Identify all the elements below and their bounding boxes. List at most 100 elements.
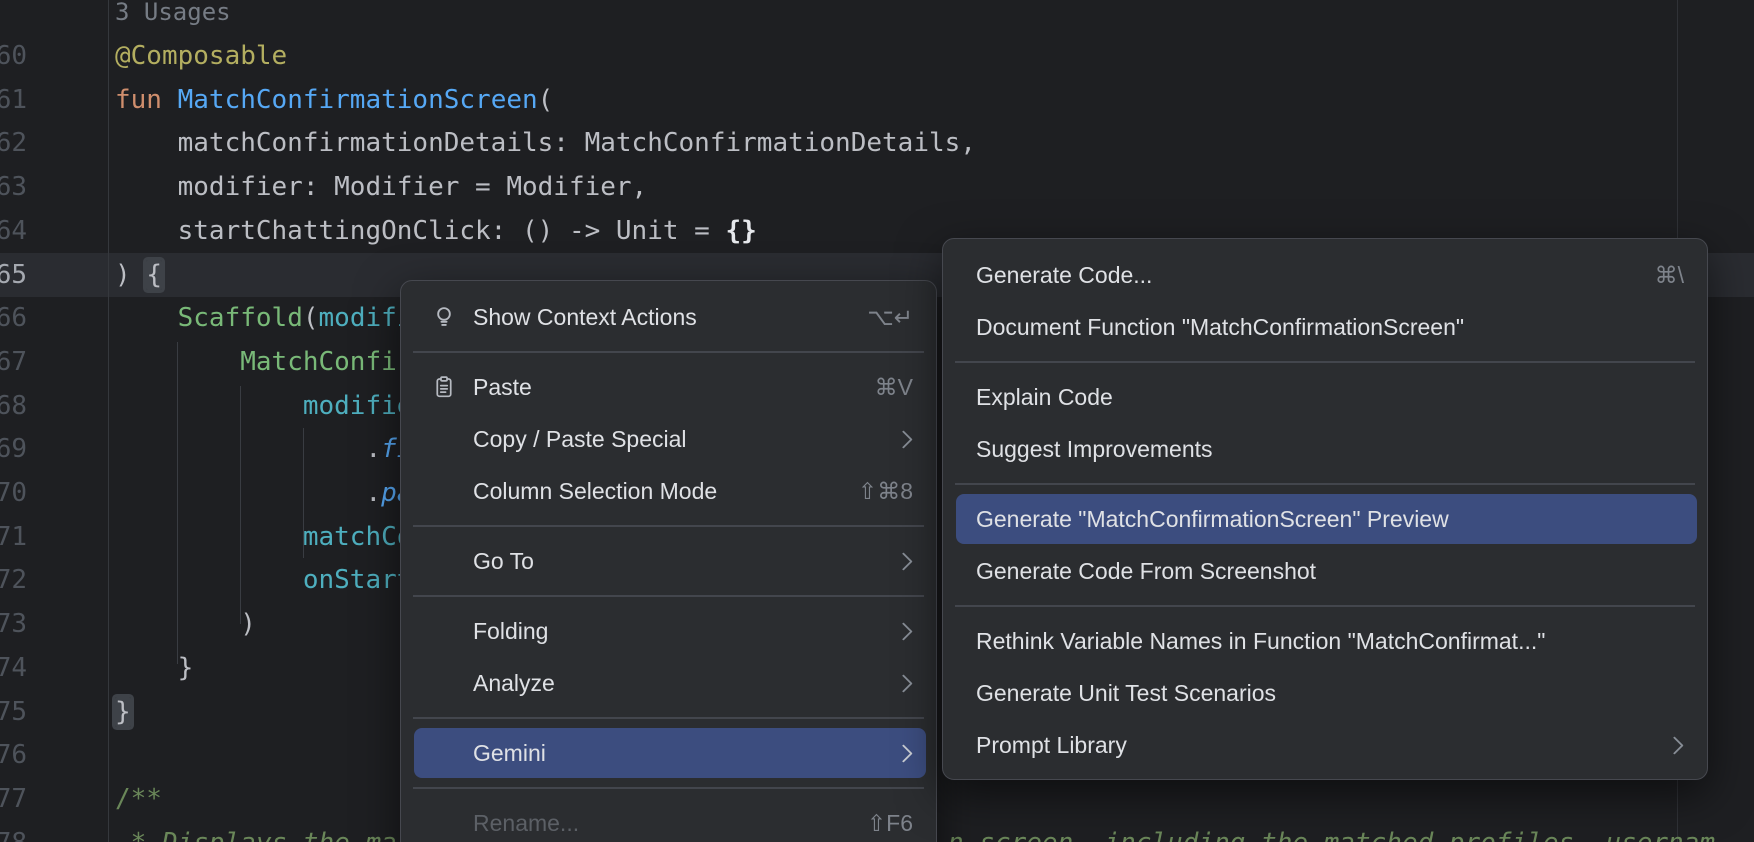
gemini-submenu-item-suggest-improvements[interactable]: Suggest Improvements bbox=[943, 423, 1707, 475]
menu-separator bbox=[943, 475, 1707, 493]
code-line[interactable]: matchConfirmationDetails: MatchConfirmat… bbox=[115, 121, 976, 165]
menu-item-label: Generate "MatchConfirmationScreen" Previ… bbox=[976, 506, 1449, 533]
gemini-submenu-item-generate-matchconfirmationscreen-preview[interactable]: Generate "MatchConfirmationScreen" Previ… bbox=[943, 493, 1707, 545]
code-token: { bbox=[146, 260, 162, 290]
code-line[interactable]: } bbox=[115, 646, 193, 690]
code-token: ( bbox=[538, 85, 554, 115]
code-line[interactable]: /** bbox=[115, 777, 162, 821]
shortcut-hint: ⇧⌘8 bbox=[858, 478, 913, 505]
line-number[interactable]: 62 bbox=[0, 121, 27, 165]
code-token: Scaffold bbox=[178, 303, 303, 333]
code-line[interactable]: modifier: Modifier = Modifier, bbox=[115, 165, 647, 209]
context-menu-item-analyze[interactable]: Analyze bbox=[401, 657, 936, 709]
context-menu-item-column-selection-mode[interactable]: Column Selection Mode ⇧⌘8 bbox=[401, 465, 936, 517]
shortcut-hint: ⇧F6 bbox=[867, 810, 913, 837]
line-number[interactable]: 76 bbox=[0, 733, 27, 777]
menu-item-label: Prompt Library bbox=[976, 732, 1127, 759]
lightbulb-icon bbox=[430, 304, 458, 330]
code-token bbox=[115, 391, 303, 421]
code-token: matchConfirmationDetails: MatchConfirmat… bbox=[115, 128, 976, 158]
line-number[interactable]: 68 bbox=[0, 384, 27, 428]
usages-inlay-hint[interactable]: 3 Usages bbox=[115, 0, 231, 32]
submenu-arrow-icon bbox=[894, 622, 912, 640]
submenu-arrow-icon bbox=[894, 674, 912, 692]
line-number[interactable]: 71 bbox=[0, 515, 27, 559]
code-comment-fragment: n screen, including the matched profiles… bbox=[948, 821, 1715, 842]
code-token: } bbox=[115, 697, 131, 727]
menu-item-label: Generate Code... bbox=[976, 262, 1152, 289]
menu-separator bbox=[943, 353, 1707, 371]
code-line[interactable]: fun MatchConfirmationScreen( bbox=[115, 78, 553, 122]
line-number[interactable]: 65 bbox=[0, 253, 27, 297]
menu-item-label: Suggest Improvements bbox=[976, 436, 1213, 463]
code-token: MatchConfirmationScreen bbox=[178, 85, 538, 115]
line-number[interactable]: 70 bbox=[0, 471, 27, 515]
code-token: * Displays the ma bbox=[115, 828, 397, 842]
gutter-border bbox=[108, 0, 109, 842]
code-line[interactable]: @Composable bbox=[115, 34, 287, 78]
menu-item-label: Show Context Actions bbox=[473, 304, 697, 331]
code-token: } bbox=[115, 653, 193, 683]
context-menu-item-folding[interactable]: Folding bbox=[401, 605, 936, 657]
code-line[interactable]: ) { bbox=[115, 253, 162, 297]
line-number[interactable]: 66 bbox=[0, 296, 27, 340]
code-token: fun bbox=[115, 85, 178, 115]
code-token: . bbox=[115, 478, 381, 508]
line-number[interactable]: 73 bbox=[0, 602, 27, 646]
shortcut-hint: ⌘V bbox=[875, 374, 913, 401]
menu-separator bbox=[943, 597, 1707, 615]
menu-item-label: Paste bbox=[473, 374, 532, 401]
menu-item-label: Analyze bbox=[473, 670, 555, 697]
code-token: /** bbox=[115, 784, 162, 814]
clipboard-icon bbox=[430, 374, 458, 400]
context-menu-item-gemini[interactable]: Gemini bbox=[401, 727, 936, 779]
line-number[interactable]: 60 bbox=[0, 34, 27, 78]
line-number[interactable]: 74 bbox=[0, 646, 27, 690]
code-line[interactable]: * Displays the ma bbox=[115, 821, 397, 842]
code-line[interactable]: ) bbox=[115, 602, 256, 646]
ide-editor-screen: 3 Usages 6061626364656667686970717273747… bbox=[0, 0, 1754, 842]
menu-item-label: Rethink Variable Names in Function "Matc… bbox=[976, 628, 1545, 655]
context-menu-item-go-to[interactable]: Go To bbox=[401, 535, 936, 587]
menu-separator bbox=[401, 779, 936, 797]
code-token: ) bbox=[115, 609, 256, 639]
submenu-arrow-icon bbox=[1665, 736, 1683, 754]
line-number[interactable]: 72 bbox=[0, 558, 27, 602]
gemini-submenu: Generate Code...⌘\Document Function "Mat… bbox=[942, 238, 1708, 780]
line-number[interactable]: 64 bbox=[0, 209, 27, 253]
submenu-arrow-icon bbox=[894, 430, 912, 448]
code-token: {} bbox=[725, 216, 756, 246]
code-token: @Composable bbox=[115, 41, 287, 71]
gemini-submenu-item-generate-code[interactable]: Generate Code...⌘\ bbox=[943, 249, 1707, 301]
code-line[interactable]: startChattingOnClick: () -> Unit = {} bbox=[115, 209, 757, 253]
gemini-submenu-item-explain-code[interactable]: Explain Code bbox=[943, 371, 1707, 423]
context-menu-item-rename[interactable]: Rename... ⇧F6 bbox=[401, 797, 936, 842]
line-number[interactable]: 67 bbox=[0, 340, 27, 384]
menu-item-label: Column Selection Mode bbox=[473, 478, 717, 505]
context-menu-item-paste[interactable]: Paste ⌘V bbox=[401, 361, 936, 413]
line-number[interactable]: 77 bbox=[0, 777, 27, 821]
code-token: startChattingOnClick: () -> Unit = bbox=[115, 216, 725, 246]
menu-item-label: Generate Code From Screenshot bbox=[976, 558, 1316, 585]
code-token: . bbox=[115, 434, 381, 464]
context-menu-item-show-context-actions[interactable]: Show Context Actions ⌥↵ bbox=[401, 291, 936, 343]
gemini-submenu-item-rethink-variable-names-in-function-matchconfirmat[interactable]: Rethink Variable Names in Function "Matc… bbox=[943, 615, 1707, 667]
menu-item-label: Gemini bbox=[473, 740, 546, 767]
context-menu-item-copy-paste-special[interactable]: Copy / Paste Special bbox=[401, 413, 936, 465]
line-number[interactable]: 63 bbox=[0, 165, 27, 209]
line-number[interactable]: 69 bbox=[0, 427, 27, 471]
code-line[interactable]: } bbox=[115, 690, 131, 734]
code-token bbox=[115, 347, 240, 377]
gemini-submenu-item-generate-unit-test-scenarios[interactable]: Generate Unit Test Scenarios bbox=[943, 667, 1707, 719]
gemini-submenu-item-document-function-matchconfirmationscreen[interactable]: Document Function "MatchConfirmationScre… bbox=[943, 301, 1707, 353]
menu-item-label: Rename... bbox=[473, 810, 579, 837]
code-token: modifier: Modifier = Modifier, bbox=[115, 172, 647, 202]
line-number[interactable]: 78 bbox=[0, 821, 27, 842]
menu-item-label: Explain Code bbox=[976, 384, 1113, 411]
gemini-submenu-item-prompt-library[interactable]: Prompt Library bbox=[943, 719, 1707, 771]
shortcut-hint: ⌥↵ bbox=[867, 304, 913, 331]
line-number[interactable]: 61 bbox=[0, 78, 27, 122]
menu-item-label: Generate Unit Test Scenarios bbox=[976, 680, 1276, 707]
gemini-submenu-item-generate-code-from-screenshot[interactable]: Generate Code From Screenshot bbox=[943, 545, 1707, 597]
line-number[interactable]: 75 bbox=[0, 690, 27, 734]
